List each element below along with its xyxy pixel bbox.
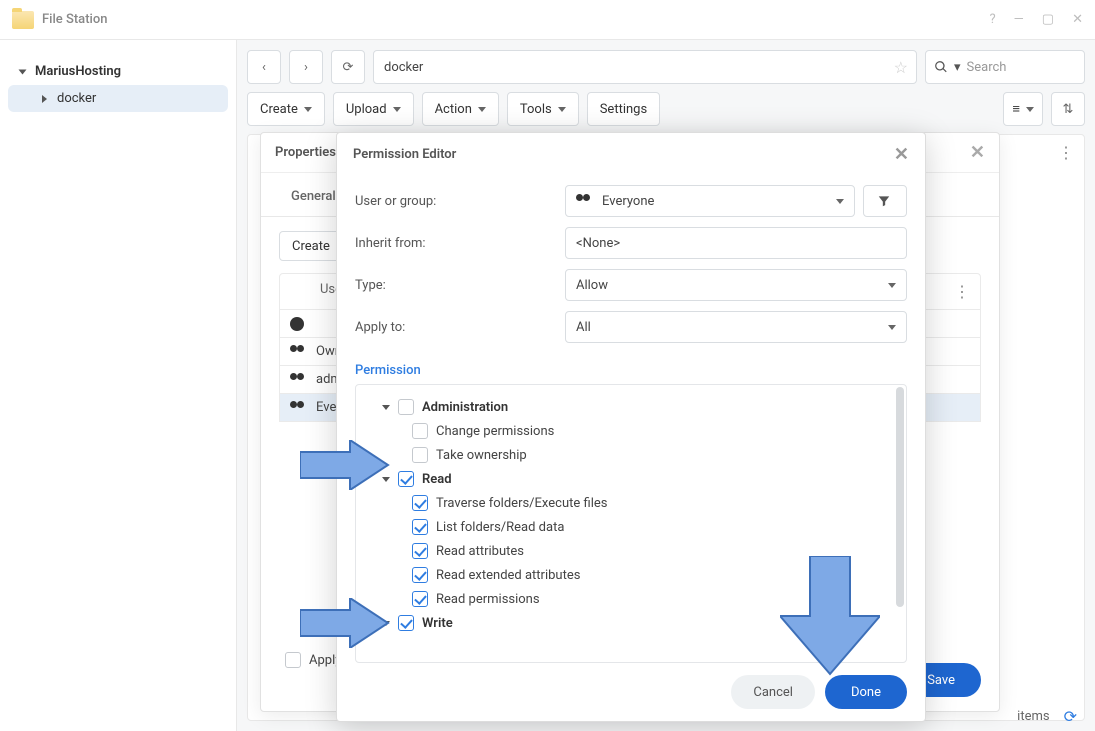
view-mode-button[interactable]: ≡ bbox=[1003, 92, 1043, 126]
items-label: items bbox=[1017, 709, 1049, 724]
chevron-down-icon bbox=[888, 283, 896, 288]
checkbox-read[interactable] bbox=[398, 471, 414, 487]
group-icon bbox=[290, 373, 308, 387]
caret-down-icon bbox=[19, 69, 27, 74]
chevron-down-icon bbox=[888, 325, 896, 330]
checkbox-icon[interactable] bbox=[285, 652, 301, 668]
arrow-annotation-icon bbox=[300, 598, 390, 648]
search-icon bbox=[934, 60, 948, 74]
checkbox-administration[interactable] bbox=[398, 399, 414, 415]
checkbox-read-perms[interactable] bbox=[412, 591, 428, 607]
folder-icon bbox=[12, 11, 34, 29]
upload-button[interactable]: Upload bbox=[333, 92, 414, 126]
path-input[interactable]: docker ☆ bbox=[373, 50, 917, 84]
group-icon bbox=[290, 345, 308, 359]
status-refresh-icon[interactable]: ⟳ bbox=[1064, 707, 1077, 726]
table-overflow-icon[interactable]: ⋮ bbox=[954, 282, 970, 301]
search-placeholder: Search bbox=[967, 60, 1007, 75]
permission-section-label: Permission bbox=[355, 363, 907, 378]
window-titlebar: File Station ? — ▢ ✕ bbox=[0, 0, 1095, 40]
properties-title: Properties bbox=[275, 145, 336, 160]
permission-editor-close-icon[interactable]: ✕ bbox=[894, 144, 909, 165]
apply-to-label: Apply to: bbox=[355, 320, 565, 335]
type-select[interactable]: Allow bbox=[565, 269, 907, 301]
chevron-down-icon bbox=[836, 199, 844, 204]
permission-item[interactable]: Change permissions bbox=[364, 419, 898, 443]
path-value: docker bbox=[384, 60, 423, 75]
permission-editor-done-button[interactable]: Done bbox=[825, 675, 907, 709]
folder-tree-sidebar: MariusHosting docker bbox=[0, 40, 237, 731]
create-button[interactable]: Create bbox=[247, 92, 325, 126]
user-icon bbox=[290, 317, 304, 331]
caret-down-icon bbox=[382, 405, 390, 410]
scrollbar[interactable] bbox=[896, 387, 904, 607]
tools-button[interactable]: Tools bbox=[507, 92, 579, 126]
permission-editor-cancel-button[interactable]: Cancel bbox=[731, 675, 815, 709]
nav-forward-button[interactable]: › bbox=[289, 50, 323, 84]
caret-right-icon bbox=[42, 95, 47, 103]
permission-item[interactable]: List folders/Read data bbox=[364, 515, 898, 539]
user-group-select[interactable]: Everyone bbox=[565, 185, 855, 217]
funnel-icon bbox=[877, 194, 891, 208]
properties-close-icon[interactable]: ✕ bbox=[970, 142, 985, 163]
apply-to-select[interactable]: All bbox=[565, 311, 907, 343]
arrow-annotation-icon bbox=[300, 440, 390, 490]
checkbox-read-attr[interactable] bbox=[412, 543, 428, 559]
permission-group-administration[interactable]: Administration bbox=[364, 395, 898, 419]
inherit-field[interactable]: <None> bbox=[565, 227, 907, 259]
checkbox-traverse[interactable] bbox=[412, 495, 428, 511]
group-icon bbox=[290, 401, 308, 415]
type-label: Type: bbox=[355, 278, 565, 293]
permission-item[interactable]: Traverse folders/Execute files bbox=[364, 491, 898, 515]
minimize-icon[interactable]: — bbox=[1014, 12, 1024, 27]
group-icon bbox=[576, 194, 594, 208]
sort-button[interactable]: ⇅ bbox=[1051, 92, 1085, 126]
help-icon[interactable]: ? bbox=[989, 12, 995, 27]
tree-root[interactable]: MariusHosting bbox=[0, 58, 236, 85]
user-group-label: User or group: bbox=[355, 194, 565, 209]
settings-button[interactable]: Settings bbox=[587, 92, 660, 126]
tree-item-docker[interactable]: docker bbox=[8, 85, 228, 112]
refresh-button[interactable]: ⟳ bbox=[331, 50, 365, 84]
star-icon[interactable]: ☆ bbox=[894, 58, 908, 77]
checkbox-write[interactable] bbox=[398, 615, 414, 631]
permission-group-read[interactable]: Read bbox=[364, 467, 898, 491]
permission-item[interactable]: Take ownership bbox=[364, 443, 898, 467]
maximize-icon[interactable]: ▢ bbox=[1042, 12, 1054, 27]
checkbox-list[interactable] bbox=[412, 519, 428, 535]
filter-button[interactable] bbox=[863, 185, 907, 217]
action-button[interactable]: Action bbox=[422, 92, 499, 126]
arrow-annotation-icon bbox=[780, 556, 880, 676]
status-bar: items ⟳ bbox=[1017, 701, 1077, 731]
checkbox-change-permissions[interactable] bbox=[412, 423, 428, 439]
checkbox-read-ext-attr[interactable] bbox=[412, 567, 428, 583]
inherit-label: Inherit from: bbox=[355, 236, 565, 251]
tree-root-label: MariusHosting bbox=[35, 64, 121, 79]
overflow-icon[interactable]: ⋮ bbox=[1058, 143, 1074, 162]
nav-back-button[interactable]: ‹ bbox=[247, 50, 281, 84]
close-icon[interactable]: ✕ bbox=[1072, 12, 1083, 27]
window-title: File Station bbox=[42, 12, 107, 27]
search-input[interactable]: ▾ Search bbox=[925, 50, 1085, 84]
checkbox-take-ownership[interactable] bbox=[412, 447, 428, 463]
permission-editor-title: Permission Editor bbox=[353, 147, 456, 162]
tree-item-label: docker bbox=[57, 91, 96, 106]
